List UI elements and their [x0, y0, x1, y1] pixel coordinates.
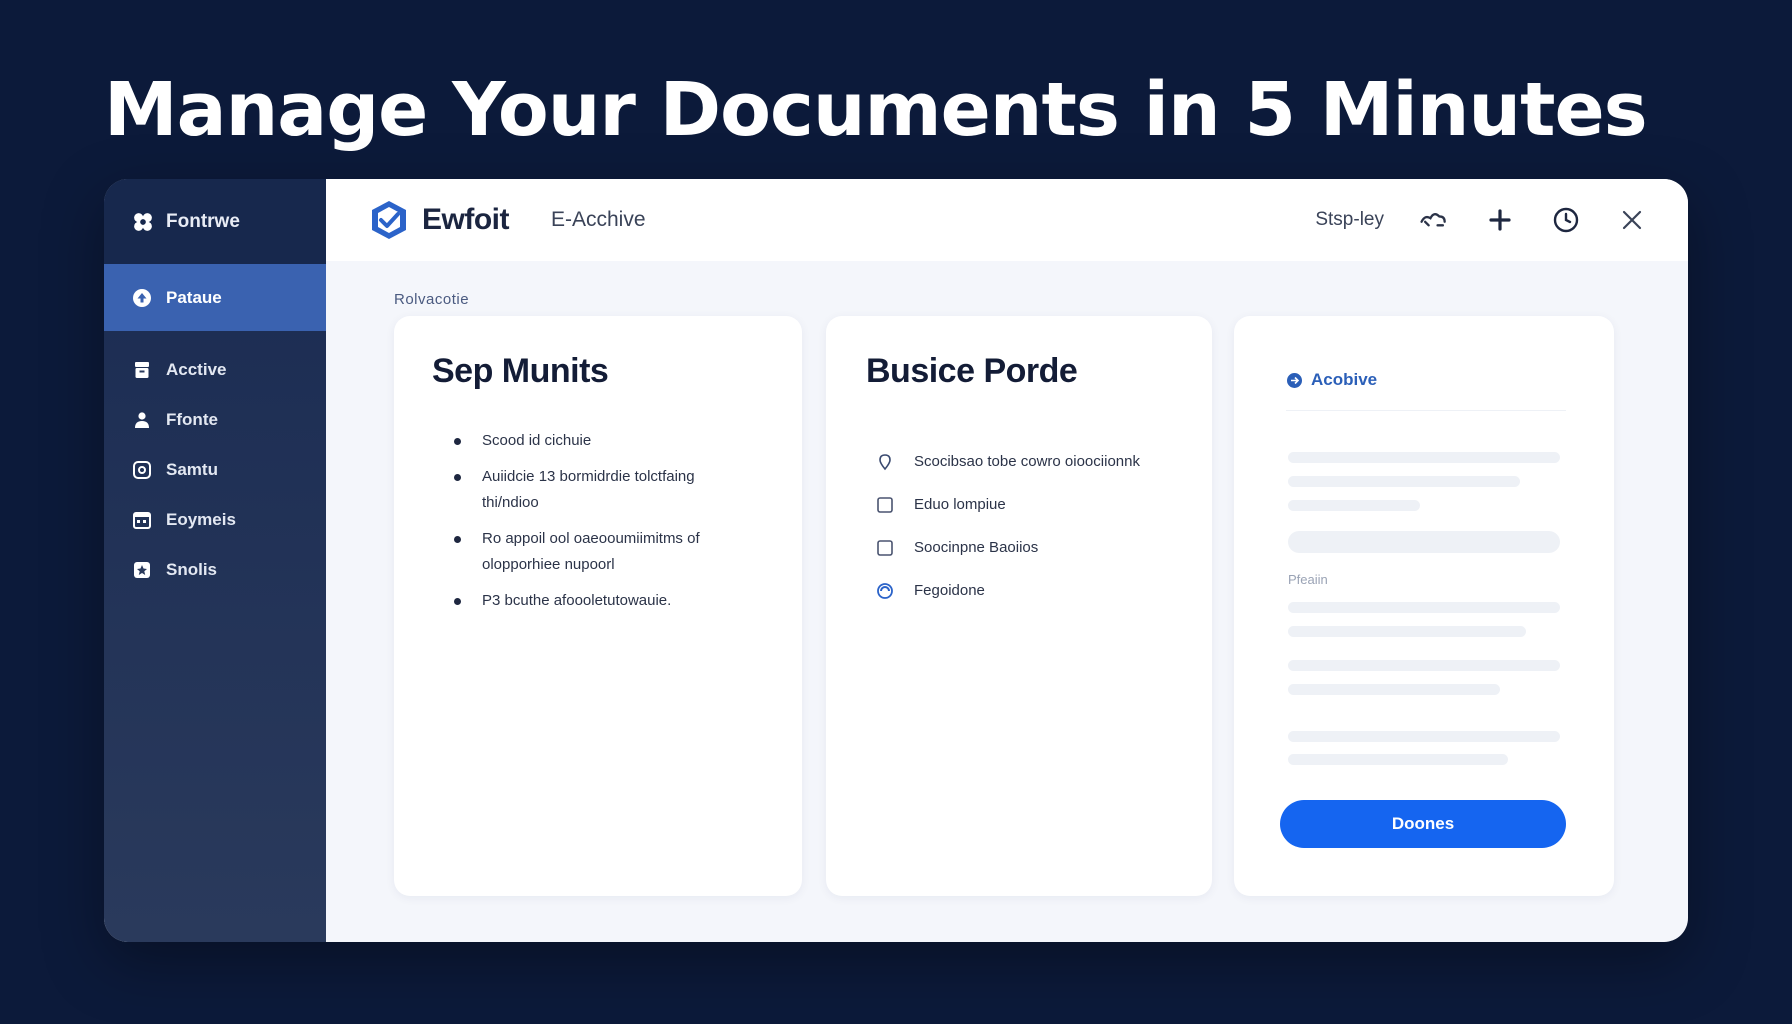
sidebar-brand[interactable]: Fontrwe [104, 179, 326, 264]
status-dot-icon [1287, 372, 1302, 388]
option-label: Soocinpne Baoiios [914, 539, 1039, 556]
archive-icon [135, 362, 149, 378]
sidebar-item-acctive[interactable]: Acctive [104, 345, 326, 395]
option-checkbox[interactable]: Soocinpne Baoiios [876, 526, 1196, 569]
chat-icon [133, 461, 151, 479]
placeholder-line [1288, 684, 1500, 695]
placeholder-line [1288, 476, 1520, 487]
primary-action-button[interactable]: Doones [1280, 800, 1566, 848]
setup-link[interactable]: Stsp-ley [1315, 209, 1384, 231]
upload-icon [133, 288, 151, 307]
list-item: P3 bcuthe afoooletutowauie. [454, 588, 754, 614]
option-label: Fegoidone [914, 582, 985, 599]
app-logo[interactable]: Ewfoit [368, 199, 510, 241]
list-item: Auiidcie 13 bormidrdie tolctfaing thi/nd… [454, 464, 754, 516]
option-checkbox[interactable]: Eduo lompiue [876, 483, 1196, 526]
option-label: Scocibsao tobe cowro oioociionnk [914, 453, 1140, 470]
option-radio[interactable]: Fegoidone [876, 569, 1196, 612]
bullet-list: Scood id cichuie Auiidcie 13 bormidrdie … [454, 428, 754, 624]
placeholder-line [1288, 731, 1560, 742]
options-card: Busice Porde Scocibsao tobe cowro oiooci… [826, 316, 1212, 896]
section-title[interactable]: E-Acchive [551, 208, 646, 232]
star-icon [134, 562, 150, 578]
sidebar-item-label: Pataue [166, 287, 222, 307]
app-window: Fontrwe Pataue Acctive Ffonte Samtu Eoym… [104, 179, 1688, 942]
list-item: Scood id cichuie [454, 428, 754, 454]
placeholder-line [1288, 626, 1526, 637]
sidebar-item-label: Samtu [166, 460, 218, 479]
checkbox-icon [877, 539, 893, 556]
sidebar-item-label: Ffonte [166, 410, 218, 429]
close-icon[interactable] [1616, 204, 1648, 236]
app-logo-text: Ewfoit [422, 203, 510, 236]
main-area: Ewfoit E-Acchive Stsp-ley Rolvacotie Sep… [326, 179, 1688, 942]
archive-panel: Acobive Pfeaiin Doones [1234, 316, 1614, 896]
top-bar-actions: Stsp-ley [1315, 204, 1648, 236]
sidebar: Fontrwe Pataue Acctive Ffonte Samtu Eoym… [104, 179, 326, 942]
placeholder-line [1288, 500, 1420, 511]
sidebar-item-ffonte[interactable]: Ffonte [104, 395, 326, 445]
sidebar-item-samtu[interactable]: Samtu [104, 445, 326, 495]
placeholder-field[interactable] [1288, 531, 1560, 553]
sidebar-item-pataue[interactable]: Pataue [104, 264, 326, 331]
plus-icon[interactable] [1484, 204, 1516, 236]
cloud-icon[interactable] [1418, 204, 1450, 236]
sidebar-item-label: Eoymeis [166, 510, 236, 529]
calendar-icon [133, 512, 151, 529]
shield-logo-icon [372, 201, 406, 239]
placeholder-line [1288, 660, 1560, 671]
option-list: Scocibsao tobe cowro oioociionnk Eduo lo… [876, 440, 1196, 612]
brand-flower-icon [134, 212, 152, 231]
checkbox-icon [877, 496, 893, 513]
sidebar-item-snolis[interactable]: Snolis [104, 545, 326, 595]
sidebar-item-eoymeis[interactable]: Eoymeis [104, 495, 326, 545]
card-title: Sep Munits [432, 352, 609, 390]
option-location[interactable]: Scocibsao tobe cowro oioociionnk [876, 440, 1196, 483]
placeholder-line [1288, 754, 1508, 765]
top-bar: Ewfoit E-Acchive Stsp-ley [326, 179, 1688, 261]
sidebar-item-label: Snolis [166, 560, 218, 579]
panel-field-label: Pfeaiin [1288, 572, 1328, 587]
person-icon [135, 412, 149, 428]
breadcrumb[interactable]: Rolvacotie [394, 291, 469, 308]
clock-icon[interactable] [1550, 204, 1582, 236]
sidebar-brand-label: Fontrwe [166, 210, 240, 232]
option-label: Eduo lompiue [914, 496, 1006, 513]
divider [1286, 410, 1566, 411]
list-item: Ro appoil ool oaeooumiimitms of olopporh… [454, 526, 754, 578]
radio-icon [877, 582, 893, 599]
panel-heading-label: Acobive [1311, 370, 1378, 389]
page-headline: Manage Your Documents in 5 Minutes [104, 67, 1648, 153]
placeholder-line [1288, 602, 1560, 613]
card-title: Busice Porde [866, 352, 1078, 390]
placeholder-line [1288, 452, 1560, 463]
panel-heading: Acobive [1286, 370, 1377, 390]
sidebar-item-label: Acctive [166, 360, 227, 379]
steps-card: Sep Munits Scood id cichuie Auiidcie 13 … [394, 316, 802, 896]
location-pin-icon [879, 453, 891, 470]
